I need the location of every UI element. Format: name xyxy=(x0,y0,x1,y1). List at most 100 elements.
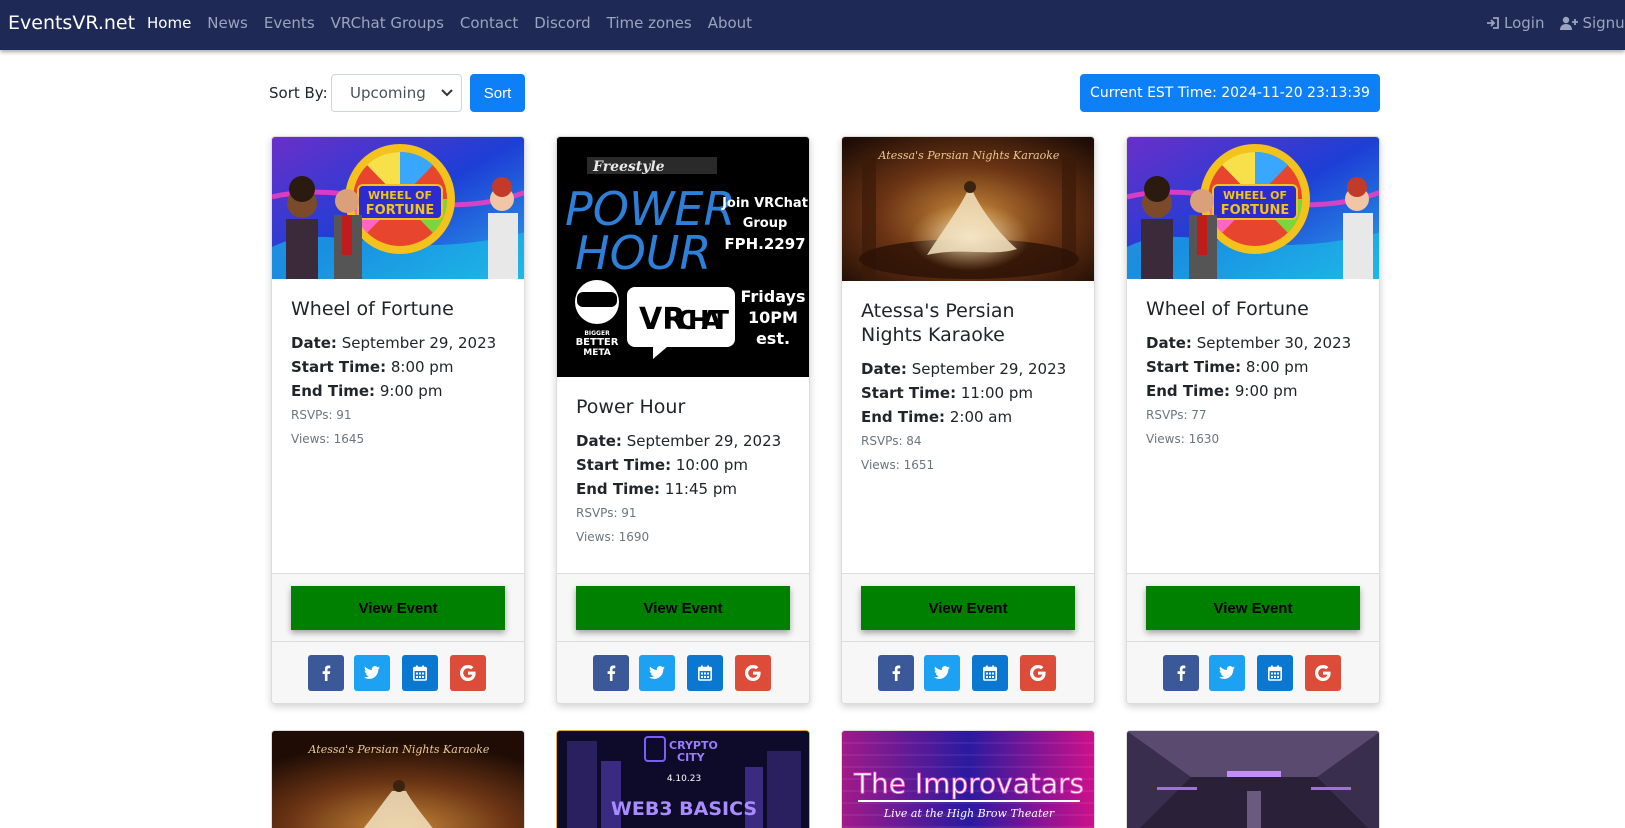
second-row-improv-title: The Improvatars xyxy=(853,767,1084,800)
twitter-share-button[interactable] xyxy=(354,655,390,691)
calendar-add-button[interactable] xyxy=(402,655,438,691)
view-event-button[interactable]: View Event xyxy=(576,586,790,630)
calendar-icon xyxy=(983,665,997,681)
view-event-button[interactable]: View Event xyxy=(291,586,505,630)
calendar-add-button[interactable] xyxy=(1257,655,1293,691)
nav-about[interactable]: About xyxy=(708,14,752,32)
facebook-share-button[interactable] xyxy=(593,655,629,691)
view-event-button[interactable]: View Event xyxy=(861,586,1075,630)
second-row-web3: WEB3 BASICS xyxy=(611,798,757,820)
event-title[interactable]: Wheel of Fortune xyxy=(1146,297,1366,321)
nav-signup[interactable]: Signup xyxy=(1560,14,1625,32)
facebook-share-button[interactable] xyxy=(878,655,914,691)
card-footer-share xyxy=(1127,641,1379,703)
chevron-down-icon xyxy=(441,89,453,97)
nav-links: Home News Events VRChat Groups Contact D… xyxy=(147,0,768,46)
twitter-share-button[interactable] xyxy=(924,655,960,691)
facebook-icon xyxy=(1177,665,1186,681)
event-date: Date: September 29, 2023 xyxy=(861,360,1067,378)
facebook-icon xyxy=(322,665,331,681)
event-image[interactable]: WHEEL OF FORTUNE xyxy=(272,137,524,279)
event-card-partial[interactable]: CRYPTO CITY 4.10.23 WEB3 BASICS xyxy=(556,730,810,828)
event-card-body: Wheel of Fortune Date: September 29, 202… xyxy=(291,297,511,451)
calendar-icon xyxy=(413,665,427,681)
image-text-time: 10PM xyxy=(748,308,798,327)
event-rsvps: RSVPs: 84 xyxy=(861,434,922,448)
image-text-bigger: BIGGER xyxy=(584,330,610,337)
twitter-icon xyxy=(649,666,665,679)
nav-news[interactable]: News xyxy=(207,14,248,32)
image-text-title2: HOUR xyxy=(575,226,711,280)
card-footer-actions: View Event xyxy=(272,573,524,641)
card-footer-actions: View Event xyxy=(1127,573,1379,641)
twitter-icon xyxy=(1219,666,1235,679)
event-date: Date: September 30, 2023 xyxy=(1146,334,1352,352)
event-rsvps: RSVPs: 77 xyxy=(1146,408,1207,422)
event-card-partial[interactable]: Atessa's Persian Nights Karaoke xyxy=(271,730,525,828)
facebook-share-button[interactable] xyxy=(308,655,344,691)
nav-time-zones[interactable]: Time zones xyxy=(607,14,692,32)
view-event-button[interactable]: View Event xyxy=(1146,586,1360,630)
sort-select[interactable]: Upcoming xyxy=(331,74,462,112)
nav-contact[interactable]: Contact xyxy=(460,14,518,32)
brand-logo[interactable]: EventsVR.net xyxy=(8,12,135,34)
second-row-crypto-date: 4.10.23 xyxy=(667,774,701,784)
event-start-time: Start Time: 8:00 pm xyxy=(1146,358,1309,376)
image-text-group-id: FPH.2297 xyxy=(724,235,805,253)
image-text-chat: CHAT xyxy=(677,306,729,336)
event-start-time: Start Time: 10:00 pm xyxy=(576,456,748,474)
twitter-icon xyxy=(934,666,950,679)
event-rsvps: RSVPs: 91 xyxy=(291,408,352,422)
event-image[interactable]: Freestyle POWER HOUR Join VRChat Group F… xyxy=(557,137,809,377)
event-card-partial[interactable] xyxy=(1126,730,1380,828)
signup-label: Signup xyxy=(1582,14,1625,32)
login-label: Login xyxy=(1504,14,1545,32)
google-calendar-button[interactable] xyxy=(450,655,486,691)
nav-login[interactable]: Login xyxy=(1486,14,1544,32)
event-image[interactable]: WHEEL OF FORTUNE xyxy=(1127,137,1379,279)
facebook-share-button[interactable] xyxy=(1163,655,1199,691)
nav-home[interactable]: Home xyxy=(147,14,191,32)
event-card: Freestyle POWER HOUR Join VRChat Group F… xyxy=(556,136,810,704)
google-calendar-button[interactable] xyxy=(735,655,771,691)
event-end-time: End Time: 9:00 pm xyxy=(1146,382,1298,400)
event-title[interactable]: Power Hour xyxy=(576,395,796,419)
google-calendar-button[interactable] xyxy=(1020,655,1056,691)
calendar-add-button[interactable] xyxy=(687,655,723,691)
twitter-share-button[interactable] xyxy=(639,655,675,691)
card-footer-share xyxy=(842,641,1094,703)
google-calendar-button[interactable] xyxy=(1305,655,1341,691)
image-text-join1: Join VRChat xyxy=(721,196,808,211)
event-card-partial[interactable]: The Improvatars Live at the High Brow Th… xyxy=(841,730,1095,828)
navbar: EventsVR.net Home News Events VRChat Gro… xyxy=(0,0,1625,50)
calendar-add-button[interactable] xyxy=(972,655,1008,691)
wof-image-line2: FORTUNE xyxy=(366,203,435,218)
twitter-share-button[interactable] xyxy=(1209,655,1245,691)
event-title[interactable]: Wheel of Fortune xyxy=(291,297,511,321)
nav-discord[interactable]: Discord xyxy=(534,14,590,32)
second-row-crypto-2: CITY xyxy=(677,751,706,764)
event-card-body: Atessa's Persian Nights Karaoke Date: Se… xyxy=(861,299,1081,477)
event-end-time: End Time: 11:45 pm xyxy=(576,480,737,498)
second-row-karaoke-script: Atessa's Persian Nights Karaoke xyxy=(308,743,490,756)
image-text-day: Fridays xyxy=(741,287,806,306)
facebook-icon xyxy=(892,665,901,681)
event-views: Views: 1630 xyxy=(1146,432,1220,446)
event-image[interactable]: Atessa's Persian Nights Karaoke xyxy=(842,137,1094,281)
image-text-script: Atessa's Persian Nights Karaoke xyxy=(878,149,1060,162)
nav-vrchat-groups[interactable]: VRChat Groups xyxy=(331,14,444,32)
image-text-brand: Freestyle xyxy=(592,159,665,175)
sort-button[interactable]: Sort xyxy=(470,74,525,112)
event-views: Views: 1651 xyxy=(861,458,935,472)
google-icon xyxy=(1030,665,1046,681)
event-start-time: Start Time: 8:00 pm xyxy=(291,358,454,376)
event-date: Date: September 29, 2023 xyxy=(291,334,497,352)
event-title[interactable]: Atessa's Persian Nights Karaoke xyxy=(861,299,1081,347)
event-card: Atessa's Persian Nights Karaoke Atessa's… xyxy=(841,136,1095,704)
second-row-improv-sub: Live at the High Brow Theater xyxy=(883,807,1055,820)
image-text-better: BETTER xyxy=(576,337,619,348)
sort-selected-value: Upcoming xyxy=(350,84,426,102)
event-rsvps: RSVPs: 91 xyxy=(576,506,637,520)
nav-events[interactable]: Events xyxy=(264,14,315,32)
google-icon xyxy=(460,665,476,681)
